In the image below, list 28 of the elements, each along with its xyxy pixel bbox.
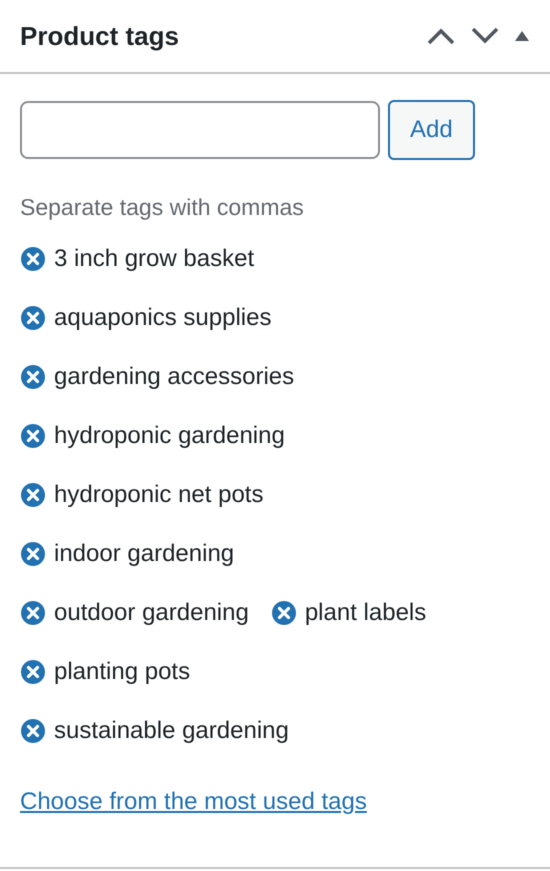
tag-label: hydroponic gardening bbox=[54, 422, 285, 450]
tag-label: hydroponic net pots bbox=[54, 481, 264, 509]
remove-tag-icon[interactable] bbox=[20, 364, 46, 390]
remove-tag-icon[interactable] bbox=[20, 423, 46, 449]
hint-text: Separate tags with commas bbox=[20, 194, 305, 221]
remove-tag-icon[interactable] bbox=[20, 541, 46, 567]
tag-label: sustainable gardening bbox=[54, 717, 289, 745]
tag-label: planting pots bbox=[54, 658, 190, 686]
tag-label: plant labels bbox=[304, 599, 426, 627]
remove-tag-icon[interactable] bbox=[20, 305, 46, 331]
remove-tag-icon[interactable] bbox=[270, 600, 297, 626]
move-up-button[interactable] bbox=[426, 26, 456, 46]
most-used-tags-link[interactable]: Choose from the most used tags bbox=[20, 788, 367, 816]
remove-tag-icon[interactable] bbox=[20, 659, 46, 685]
move-down-button[interactable] bbox=[470, 26, 500, 46]
tag-label: aquaponics supplies bbox=[54, 304, 272, 332]
tag-input-field[interactable] bbox=[20, 101, 380, 159]
remove-tag-icon[interactable] bbox=[20, 246, 46, 272]
collapse-button[interactable] bbox=[514, 30, 530, 42]
panel-title: Product tags bbox=[20, 20, 180, 52]
remove-tag-icon[interactable] bbox=[20, 600, 46, 626]
add-button[interactable]: Add bbox=[388, 100, 475, 160]
remove-tag-icon[interactable] bbox=[20, 718, 46, 744]
tag-label: 3 inch grow basket bbox=[54, 245, 254, 273]
tag-label: outdoor gardening bbox=[54, 599, 249, 627]
remove-tag-icon[interactable] bbox=[20, 482, 46, 508]
tag-label: indoor gardening bbox=[54, 540, 234, 568]
tag-label: gardening accessories bbox=[54, 363, 294, 391]
